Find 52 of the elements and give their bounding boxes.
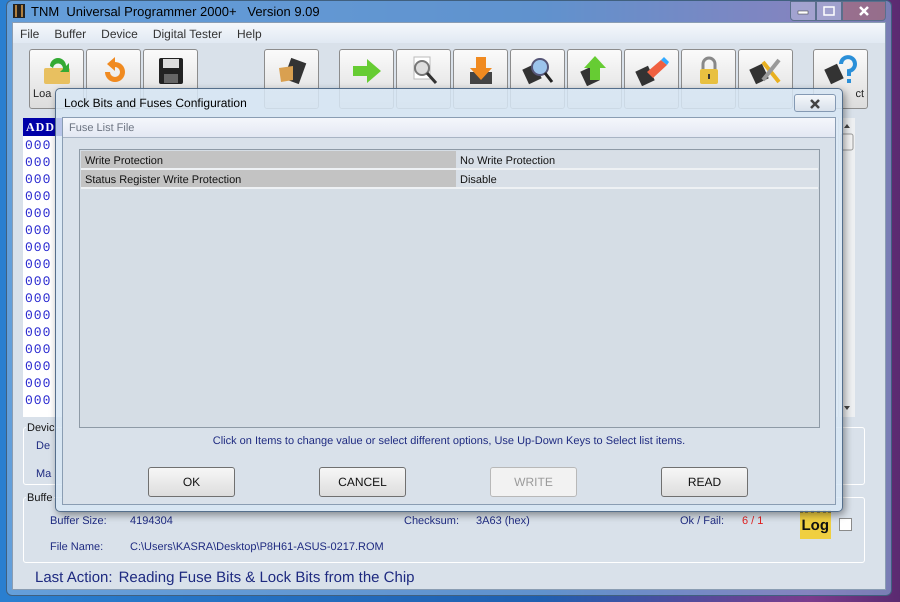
field-label: Checksum: (404, 514, 460, 529)
hex-address: 000 (25, 376, 52, 391)
close-button[interactable] (842, 1, 886, 21)
group-header: Fuse List File (63, 118, 835, 138)
fuse-name[interactable]: Write Protection (81, 151, 456, 168)
window-title: TNM Universal Programmer 2000+ Version 9.09 (31, 2, 320, 21)
menu-item[interactable]: Help (230, 22, 270, 42)
field-label: Buffer Size: (50, 514, 108, 529)
hex-address: 000 (25, 240, 52, 255)
close-button[interactable] (794, 94, 836, 112)
dialog-button[interactable]: READ (661, 466, 748, 496)
last-action-text: Reading Fuse Bits & Lock Bits from the Chip (118, 568, 415, 588)
maximize-icon (823, 6, 835, 16)
hex-address: 000 (25, 223, 52, 238)
log-icon[interactable]: Log (800, 510, 831, 539)
fuse-name[interactable]: Status Register Write Protection (81, 170, 456, 187)
hex-address: 000 (25, 172, 52, 187)
hex-address: 000 (25, 325, 52, 340)
dialog-button[interactable]: OK (148, 466, 235, 496)
field-label: Ma (36, 467, 52, 482)
close-icon (858, 6, 870, 16)
close-icon (808, 98, 822, 110)
question-mark-icon (824, 54, 858, 86)
hex-address: 000 (25, 155, 52, 170)
minimize-button[interactable] (790, 1, 816, 21)
hex-address: 000 (25, 291, 52, 306)
hex-address: 000 (25, 342, 52, 357)
maximize-button[interactable] (816, 1, 842, 21)
menu-item[interactable]: Device (94, 22, 146, 42)
hex-address: 000 (25, 138, 52, 153)
dialog-button[interactable]: CANCEL (319, 466, 406, 496)
checkbox[interactable] (839, 518, 852, 531)
field-value: C:\Users\KASRA\Desktop\P8H61-ASUS-0217.ROM (130, 540, 385, 555)
app-icon (12, 3, 26, 20)
hex-address: 000 (25, 189, 52, 204)
hex-address: 000 (25, 393, 52, 408)
field-value: 6 / 1 (742, 514, 764, 529)
hex-address: 000 (25, 274, 52, 289)
field-label: File Name: (50, 540, 104, 555)
hex-address: 000 (25, 257, 52, 272)
hint-text: Click on Items to change value or select different options, Use Up-Down Keys to Select list items. (212, 434, 686, 449)
last-action-label: Last Action: (35, 568, 113, 588)
field-value: 4194304 (130, 514, 174, 529)
hex-address: 000 (25, 308, 52, 323)
menu-item[interactable]: Digital Tester (146, 22, 230, 42)
hex-address: 000 (25, 206, 52, 221)
menu-item[interactable]: File (13, 22, 48, 42)
menu-item[interactable]: Buffer (47, 22, 94, 42)
field-value: 3A63 (hex) (476, 514, 531, 529)
field-label: De (36, 438, 50, 454)
field-label: Ok / Fail: (680, 514, 726, 529)
hex-address: 000 (25, 359, 52, 374)
